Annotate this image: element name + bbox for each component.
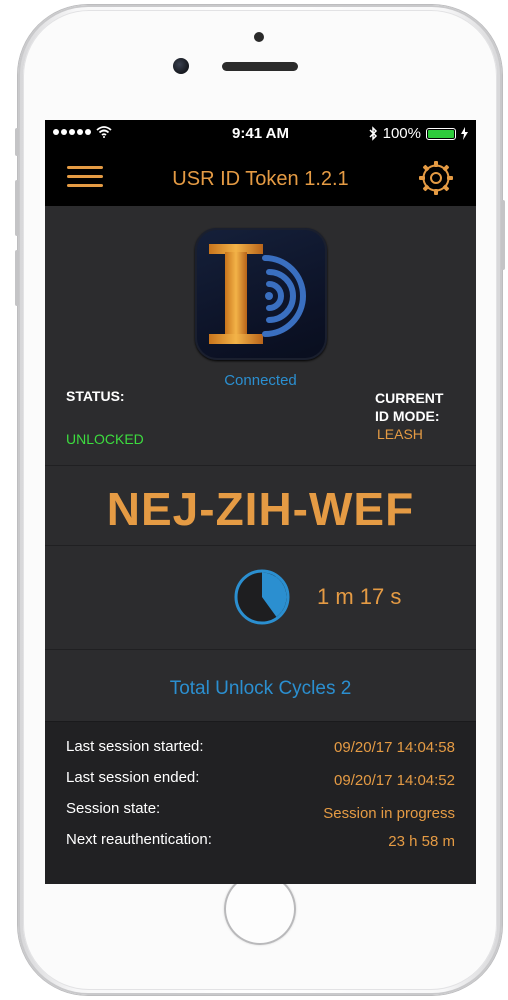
app-screen: 9:41 AM 100% USR ID Token 1.2.1 Connecte… bbox=[45, 120, 476, 884]
power-button bbox=[501, 200, 505, 270]
status-value: UNLOCKED bbox=[66, 431, 144, 447]
id-mode-label-line2: ID MODE: bbox=[375, 408, 440, 424]
session-row-label: Last session ended: bbox=[66, 769, 200, 786]
session-row-label: Last session started: bbox=[66, 738, 204, 755]
session-row-value: 09/20/17 14:04:52 bbox=[334, 772, 455, 789]
session-info-panel: Last session started: 09/20/17 14:04:58 … bbox=[45, 721, 476, 884]
gear-icon[interactable] bbox=[418, 160, 454, 196]
volume-down-button bbox=[15, 250, 19, 306]
session-row-label: Session state: bbox=[66, 800, 161, 817]
countdown-timer-icon bbox=[233, 568, 291, 626]
charging-bolt-icon bbox=[461, 127, 468, 140]
session-row-label: Next reauthentication: bbox=[66, 831, 212, 848]
divider bbox=[45, 465, 476, 466]
session-row-value: Session in progress bbox=[323, 805, 455, 822]
mute-switch bbox=[15, 128, 19, 156]
nav-bar: USR ID Token 1.2.1 bbox=[45, 148, 476, 206]
battery-percent: 100% bbox=[382, 125, 421, 142]
id-mode-value: LEASH bbox=[377, 426, 423, 442]
divider bbox=[45, 545, 476, 546]
app-title: USR ID Token 1.2.1 bbox=[172, 168, 349, 190]
proximity-sensor bbox=[254, 32, 264, 42]
id-mode-label-line1: CURRENT bbox=[375, 390, 444, 406]
volume-up-button bbox=[15, 180, 19, 236]
divider bbox=[45, 649, 476, 650]
token-code: NEJ-ZIH-WEF bbox=[106, 483, 415, 535]
bluetooth-icon bbox=[369, 126, 377, 141]
unlock-cycles: Total Unlock Cycles 2 bbox=[169, 678, 352, 699]
battery-icon bbox=[426, 127, 456, 140]
status-label: STATUS: bbox=[66, 388, 125, 404]
session-row-value: 09/20/17 14:04:58 bbox=[334, 739, 455, 756]
earpiece-speaker bbox=[222, 62, 298, 71]
status-bar: 9:41 AM 100% bbox=[45, 120, 476, 148]
battery-level-fill bbox=[428, 129, 454, 138]
timer-remaining: 1 m 17 s bbox=[317, 584, 402, 609]
session-row-value: 23 h 58 m bbox=[388, 833, 455, 850]
usr-id-logo bbox=[195, 228, 327, 360]
front-camera bbox=[173, 58, 189, 74]
